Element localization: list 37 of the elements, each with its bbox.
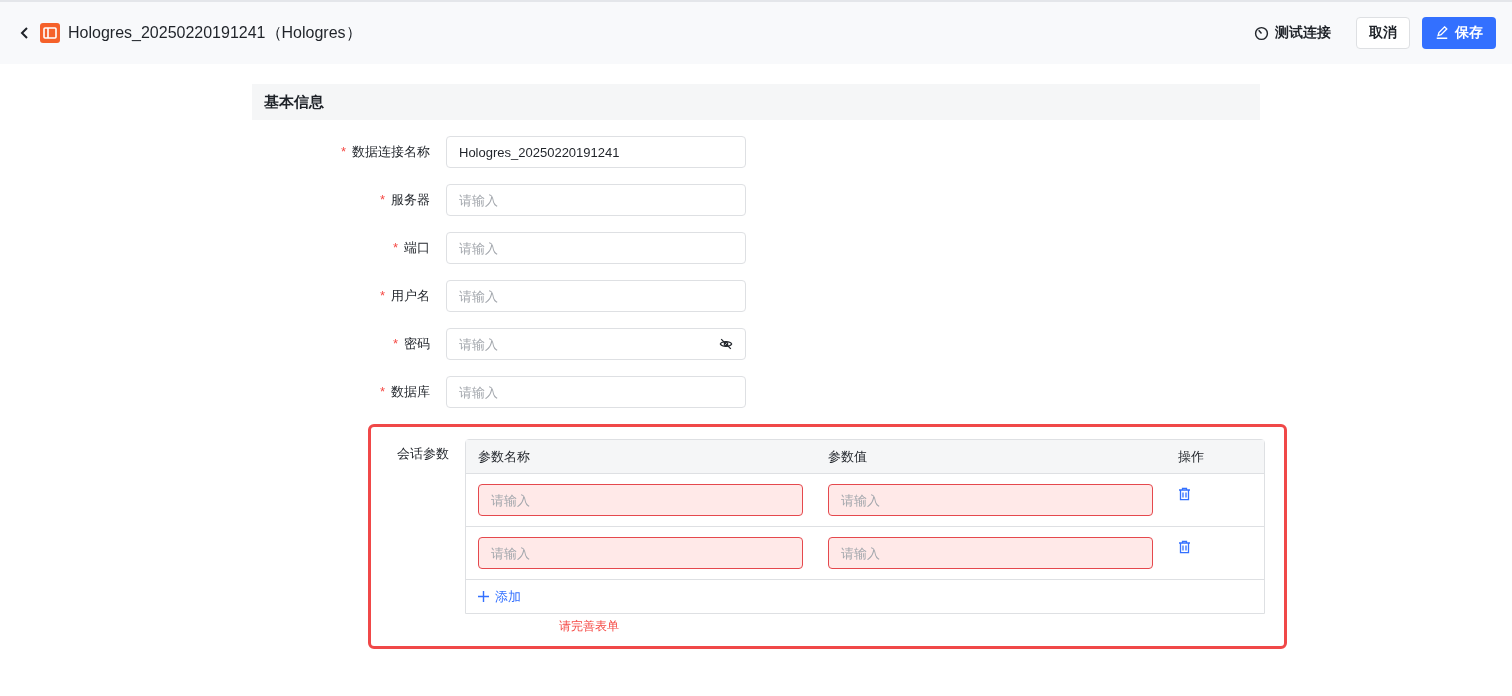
field-label: 会话参数 <box>397 446 449 461</box>
cancel-button[interactable]: 取消 <box>1356 17 1410 49</box>
field-label: 端口 <box>404 240 430 255</box>
field-label: 数据连接名称 <box>352 144 430 159</box>
plus-icon <box>478 591 489 602</box>
required-asterisk: * <box>340 144 346 159</box>
section-header: 基本信息 <box>252 84 1260 120</box>
test-connection-button[interactable]: 测试连接 <box>1241 17 1344 49</box>
add-button[interactable]: 添加 <box>466 580 527 613</box>
input-field[interactable]: 请输入 <box>478 484 803 516</box>
required-asterisk: * <box>392 336 398 351</box>
save-button[interactable]: 保存 <box>1422 17 1496 49</box>
pencil-icon <box>1435 26 1449 40</box>
eye-slash-icon[interactable] <box>719 337 733 351</box>
input-field[interactable]: 请输入 <box>478 537 803 569</box>
required-asterisk: * <box>392 240 398 255</box>
input-field[interactable]: 请输入 <box>828 537 1153 569</box>
error-message: 请完善表单 <box>559 618 619 635</box>
required-asterisk: * <box>379 384 385 399</box>
column-header: 操作 <box>1177 447 1205 466</box>
input-field[interactable]: Hologres_20250220191241 <box>446 136 746 168</box>
password-field[interactable]: 请输入 <box>446 328 746 360</box>
input-field[interactable]: 请输入 <box>828 484 1153 516</box>
back-icon[interactable] <box>20 26 30 40</box>
required-asterisk: * <box>379 288 385 303</box>
timer-icon <box>1254 25 1269 41</box>
page-title: Hologres_20250220191241（Hologres） <box>68 22 362 43</box>
column-header: 参数名称 <box>477 447 531 466</box>
required-asterisk: * <box>379 192 385 207</box>
trash-icon[interactable] <box>1178 540 1191 554</box>
field-label: 密码 <box>404 336 430 351</box>
database-logo-icon <box>40 23 60 43</box>
field-label: 服务器 <box>391 192 430 207</box>
field-label: 数据库 <box>391 384 430 399</box>
column-header: 参数值 <box>827 447 868 466</box>
field-label: 用户名 <box>391 288 430 303</box>
trash-icon[interactable] <box>1178 487 1191 501</box>
